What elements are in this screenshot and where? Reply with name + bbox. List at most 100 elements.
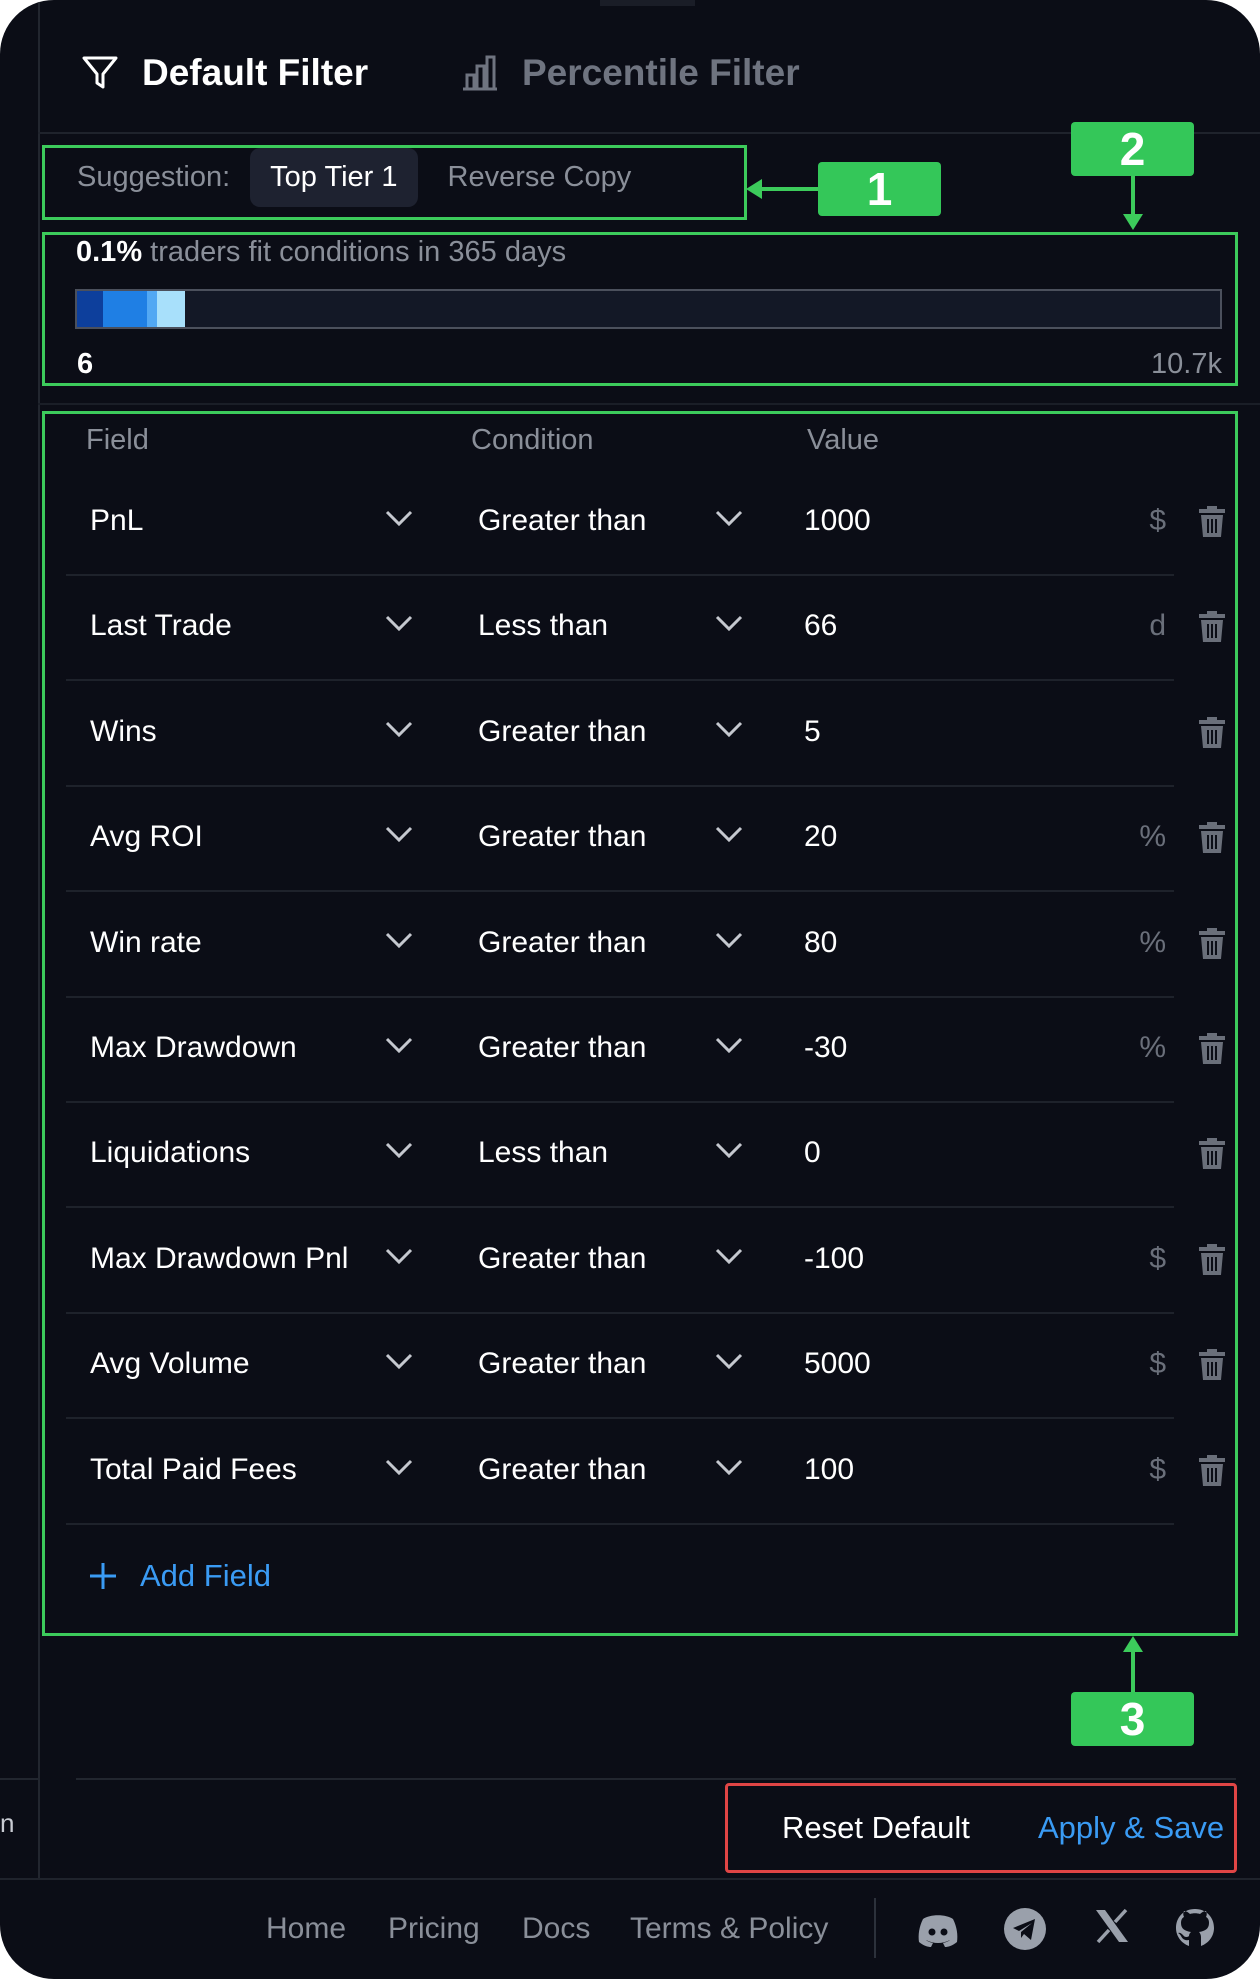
footer-divider: [874, 1898, 876, 1958]
field-select[interactable]: Avg Volume: [90, 1347, 360, 1381]
unit-label: d: [1149, 609, 1166, 643]
telegram-icon[interactable]: [1002, 1906, 1048, 1952]
tab-percentile-filter-label: Percentile Filter: [522, 52, 800, 93]
chevron-down-icon[interactable]: [714, 1457, 744, 1482]
value-input[interactable]: 0: [804, 1136, 821, 1170]
chevron-down-icon[interactable]: [714, 930, 744, 955]
chevron-down-icon[interactable]: [714, 1351, 744, 1376]
footer-link-pricing[interactable]: Pricing: [388, 1912, 480, 1946]
reset-default-button[interactable]: Reset Default: [782, 1810, 970, 1846]
footer-link-home[interactable]: Home: [266, 1912, 346, 1946]
chevron-down-icon[interactable]: [714, 1140, 744, 1165]
value-input[interactable]: 80: [804, 926, 837, 960]
discord-icon[interactable]: [914, 1906, 962, 1954]
trash-icon[interactable]: [1197, 820, 1227, 854]
chevron-down-icon[interactable]: [714, 1246, 744, 1271]
marker-2: 2: [1071, 122, 1194, 176]
condition-select[interactable]: Greater than: [478, 1242, 646, 1276]
value-input[interactable]: 5000: [804, 1347, 871, 1381]
bar-chart-icon: [460, 53, 500, 93]
trash-icon[interactable]: [1197, 926, 1227, 960]
suggestion-chip-reverse-copy[interactable]: Reverse Copy: [428, 148, 652, 207]
value-input[interactable]: 20: [804, 820, 837, 854]
condition-select[interactable]: Greater than: [478, 1453, 646, 1487]
condition-select[interactable]: Greater than: [478, 820, 646, 854]
chevron-down-icon[interactable]: [384, 1140, 414, 1165]
fit-percentage: 0.1%: [76, 236, 143, 268]
chevron-down-icon[interactable]: [714, 508, 744, 533]
footer-link-docs[interactable]: Docs: [522, 1912, 590, 1946]
field-select[interactable]: Total Paid Fees: [90, 1453, 360, 1487]
field-select[interactable]: Last Trade: [90, 609, 360, 643]
chevron-down-icon[interactable]: [384, 1457, 414, 1482]
filter-row: Max Drawdown Pnl Greater than -100 $: [66, 1208, 1174, 1314]
chevron-down-icon[interactable]: [384, 1246, 414, 1271]
field-select[interactable]: Max Drawdown Pnl: [90, 1242, 360, 1276]
trash-icon[interactable]: [1197, 1242, 1227, 1276]
condition-select[interactable]: Greater than: [478, 926, 646, 960]
chevron-down-icon[interactable]: [384, 824, 414, 849]
chevron-down-icon[interactable]: [384, 1035, 414, 1060]
x-icon[interactable]: [1092, 1906, 1132, 1946]
trash-icon[interactable]: [1197, 1347, 1227, 1381]
condition-select[interactable]: Greater than: [478, 715, 646, 749]
left-rail-divider: [0, 1778, 38, 1780]
filter-row: Last Trade Less than 66 d: [66, 575, 1174, 682]
field-select[interactable]: Max Drawdown: [90, 1031, 360, 1065]
bar-segment-4: [157, 291, 185, 327]
chevron-down-icon[interactable]: [714, 613, 744, 638]
trash-icon[interactable]: [1197, 504, 1227, 538]
chevron-down-icon[interactable]: [714, 1035, 744, 1060]
bar-segment-2: [103, 291, 147, 327]
chevron-down-icon[interactable]: [384, 613, 414, 638]
unit-label: %: [1139, 1031, 1166, 1064]
field-select[interactable]: Win rate: [90, 926, 360, 960]
value-input[interactable]: 66: [804, 609, 837, 643]
condition-select[interactable]: Less than: [478, 609, 608, 643]
condition-select[interactable]: Less than: [478, 1136, 608, 1170]
field-select[interactable]: PnL: [90, 504, 360, 538]
chevron-down-icon[interactable]: [384, 508, 414, 533]
unit-label: $: [1149, 504, 1166, 537]
chevron-down-icon[interactable]: [714, 719, 744, 744]
apply-save-button[interactable]: Apply & Save: [1038, 1810, 1224, 1846]
filter-row: Avg ROI Greater than 20%: [66, 786, 1174, 893]
tab-default-filter[interactable]: Default Filter: [80, 52, 368, 94]
trash-icon[interactable]: [1197, 609, 1227, 643]
section-divider: [38, 403, 1260, 405]
trash-icon[interactable]: [1197, 1136, 1227, 1170]
condition-select[interactable]: Greater than: [478, 1347, 646, 1381]
field-select[interactable]: Wins: [90, 715, 360, 749]
value-input[interactable]: 5: [804, 715, 821, 749]
condition-select[interactable]: Greater than: [478, 1031, 646, 1065]
add-field-button[interactable]: Add Field: [88, 1558, 271, 1594]
chevron-down-icon[interactable]: [384, 719, 414, 744]
value-input[interactable]: -100: [804, 1242, 864, 1276]
filter-row: Liquidations Less than 0: [66, 1102, 1174, 1209]
footer-link-terms[interactable]: Terms & Policy: [630, 1912, 828, 1946]
field-select[interactable]: Avg ROI: [90, 820, 360, 854]
actions-divider: [76, 1778, 1236, 1780]
filter-row: Avg Volume Greater than 5000 $: [66, 1313, 1174, 1420]
trash-icon[interactable]: [1197, 715, 1227, 749]
column-header-field: Field: [86, 424, 149, 456]
tab-percentile-filter[interactable]: Percentile Filter: [460, 52, 800, 94]
chevron-down-icon[interactable]: [714, 824, 744, 849]
column-header-value: Value: [807, 424, 880, 456]
filter-tabs: Default Filter Percentile Filter: [38, 0, 1260, 134]
value-input[interactable]: 1000: [804, 504, 871, 538]
trash-icon[interactable]: [1197, 1031, 1227, 1065]
filter-row: Total Paid Fees Greater than 100 $: [66, 1419, 1174, 1525]
arrow-down-icon: [1123, 176, 1143, 230]
suggestion-chip-top-tier-1[interactable]: Top Tier 1: [250, 148, 418, 207]
github-icon[interactable]: [1172, 1906, 1218, 1952]
condition-select[interactable]: Greater than: [478, 504, 646, 538]
chevron-down-icon[interactable]: [384, 1351, 414, 1376]
field-select[interactable]: Liquidations: [90, 1136, 360, 1170]
value-input[interactable]: -30: [804, 1031, 847, 1065]
value-input[interactable]: 100: [804, 1453, 854, 1487]
trash-icon[interactable]: [1197, 1453, 1227, 1487]
chevron-down-icon[interactable]: [384, 930, 414, 955]
left-rail: n: [0, 0, 40, 1880]
plus-icon: [90, 1563, 116, 1589]
